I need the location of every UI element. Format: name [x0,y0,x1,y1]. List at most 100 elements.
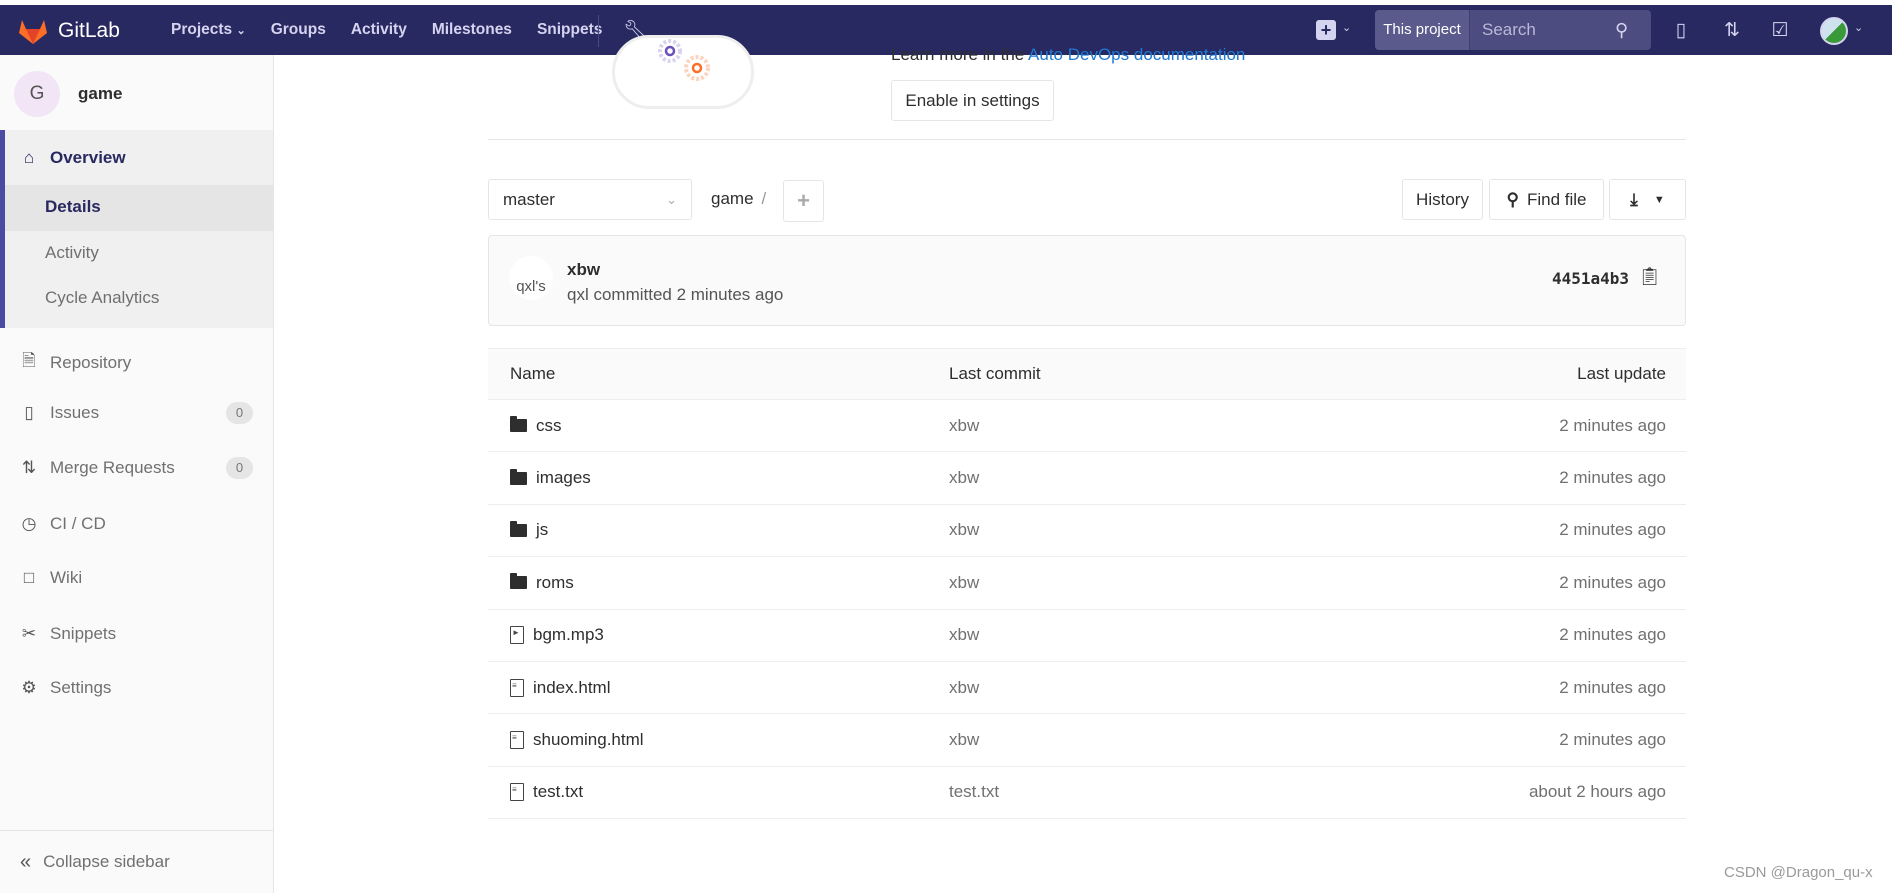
last-update-time: 2 minutes ago [1559,572,1666,592]
autodevops-learn-more: Learn more in the Auto DevOps documentat… [891,45,1246,64]
nav-projects[interactable]: Projects ⌄ [171,21,246,39]
file-icon: ≡ [510,678,524,697]
folder-icon [510,573,527,590]
header-name: Name [510,364,556,383]
search-scope[interactable]: This project [1375,10,1470,50]
home-icon: ⌂ [23,148,35,167]
add-file-plus-button[interactable]: + [783,180,824,222]
nav-snippets[interactable]: Snippets [537,21,602,39]
sidebar-item-details[interactable]: Details [45,197,101,217]
file-name-link[interactable]: ≡ shuoming.html [510,730,644,750]
autodevops-docs-link[interactable]: Auto DevOps documentation [1028,45,1245,64]
file-icon: ≡ [510,731,524,750]
sidebar-item-repository[interactable]: 🗎︎ Repository [20,348,131,377]
history-button[interactable]: History [1402,179,1483,220]
table-row[interactable]: roms xbw 2 minutes ago [488,557,1686,610]
last-commit-link[interactable]: xbw [949,468,979,488]
last-commit-link[interactable]: xbw [949,625,979,645]
last-commit-link[interactable]: xbw [949,678,979,698]
folder-icon [510,520,527,537]
merge-request-icon: ⇅ [21,458,37,477]
sidebar-project[interactable]: G game [14,71,122,117]
nav-groups[interactable]: Groups [271,21,326,39]
last-update-time: 2 minutes ago [1559,677,1666,697]
scissors-icon: ✂︎ [21,624,37,643]
sidebar-item-snippets[interactable]: ✂︎ Snippets [20,624,116,644]
commit-sha[interactable]: 4451a4b3 [1552,269,1629,288]
file-icon: ≡ [510,783,524,802]
sidebar-item-issues[interactable]: ▯ Issues [20,403,99,423]
last-update-time: about 2 hours ago [1528,782,1666,802]
last-commit-link[interactable]: test.txt [949,782,999,802]
collapse-sidebar-button[interactable]: «Collapse sidebar [0,830,273,893]
plus-icon: + [797,188,810,213]
copy-clipboard-icon[interactable]: 📋︎ [1638,266,1661,287]
file-name-link[interactable]: images [510,468,591,488]
file-name-link[interactable]: roms [510,573,574,593]
sidebar-item-overview[interactable]: ⌂ Overview [20,148,126,168]
last-update-time: 2 minutes ago [1559,468,1666,488]
table-row[interactable]: ► bgm.mp3 xbw 2 minutes ago [488,610,1686,662]
last-update-time: 2 minutes ago [1559,520,1666,540]
chevron-down-icon[interactable]: ⌄ [1342,21,1351,34]
commit-title[interactable]: xbw [567,260,600,280]
last-commit-link[interactable]: xbw [949,730,979,750]
watermark: CSDN @Dragon_qu-x [1724,864,1873,881]
file-name-link[interactable]: ≡ test.txt [510,782,583,802]
last-commit-link[interactable]: xbw [949,416,979,436]
issues-icon[interactable]: ▯ [1670,19,1692,41]
search-box[interactable]: This project Search ⚲ [1375,10,1651,50]
merge-requests-count-badge: 0 [226,457,253,479]
sidebar-item-merge-requests[interactable]: ⇅ Merge Requests [20,458,175,478]
project-avatar: G [14,71,60,117]
table-row[interactable]: js xbw 2 minutes ago [488,505,1686,558]
sidebar-item-activity[interactable]: Activity [45,243,99,263]
todo-check-icon[interactable]: ☑ [1769,19,1791,41]
autodevops-illustration [612,35,754,109]
audio-file-icon: ► [510,626,524,645]
tanuki-icon [19,20,47,44]
folder-icon [510,468,527,485]
file-name-link[interactable]: ► bgm.mp3 [510,625,604,645]
search-input[interactable]: Search [1470,10,1615,50]
new-plus-icon[interactable]: + [1316,20,1336,40]
table-row[interactable]: ≡ shuoming.html xbw 2 minutes ago [488,714,1686,767]
table-row[interactable]: images xbw 2 minutes ago [488,452,1686,505]
sidebar: G game ⌂ Overview Details Activity Cycle … [0,55,274,893]
branch-select[interactable]: master ⌄ [488,179,692,220]
sidebar-item-cycle-analytics[interactable]: Cycle Analytics [45,288,159,308]
table-row[interactable]: css xbw 2 minutes ago [488,400,1686,453]
commit-author-avatar[interactable]: qxl's [509,256,553,300]
search-icon: ⚲ [1615,20,1629,40]
gitlab-logo[interactable]: GitLab [18,17,120,45]
header-last-commit: Last commit [949,364,1041,383]
breadcrumb-game[interactable]: game [711,189,754,208]
find-file-button[interactable]: ⚲ Find file [1489,179,1604,220]
chevron-down-icon[interactable]: ⌄ [1854,21,1863,34]
nav-milestones[interactable]: Milestones [432,21,512,39]
file-name-link[interactable]: js [510,520,548,540]
enable-in-settings-button[interactable]: Enable in settings [891,80,1054,121]
last-commit-link[interactable]: xbw [949,573,979,593]
file-name-link[interactable]: ≡ index.html [510,678,610,698]
sidebar-item-ci-cd[interactable]: ◷ CI / CD [20,514,106,534]
file-name-link[interactable]: css [510,416,562,436]
merge-request-icon[interactable]: ⇅ [1721,19,1743,41]
download-dropdown-button[interactable]: ⤓ ▼ [1609,179,1686,220]
table-row[interactable]: ≡ test.txt test.txt about 2 hours ago [488,767,1686,820]
download-icon: ⤓ [1630,189,1638,209]
user-avatar[interactable] [1820,17,1848,45]
nav-activity[interactable]: Activity [351,21,407,39]
caret-down-icon: ▼ [1653,193,1665,206]
double-chevron-left-icon: « [20,850,32,873]
issues-count-badge: 0 [226,402,253,424]
last-update-time: 2 minutes ago [1559,730,1666,750]
document-icon: 🗎︎ [22,351,36,370]
table-row[interactable]: ≡ index.html xbw 2 minutes ago [488,662,1686,715]
commit-meta: qxl committed 2 minutes ago [567,285,784,304]
search-icon: ⚲ [1506,189,1519,209]
sidebar-item-wiki[interactable]: □ Wiki [20,568,82,588]
last-commit-link[interactable]: xbw [949,520,979,540]
chevron-down-icon: ⌄ [236,25,246,37]
sidebar-item-settings[interactable]: ⚙︎ Settings [20,678,111,698]
